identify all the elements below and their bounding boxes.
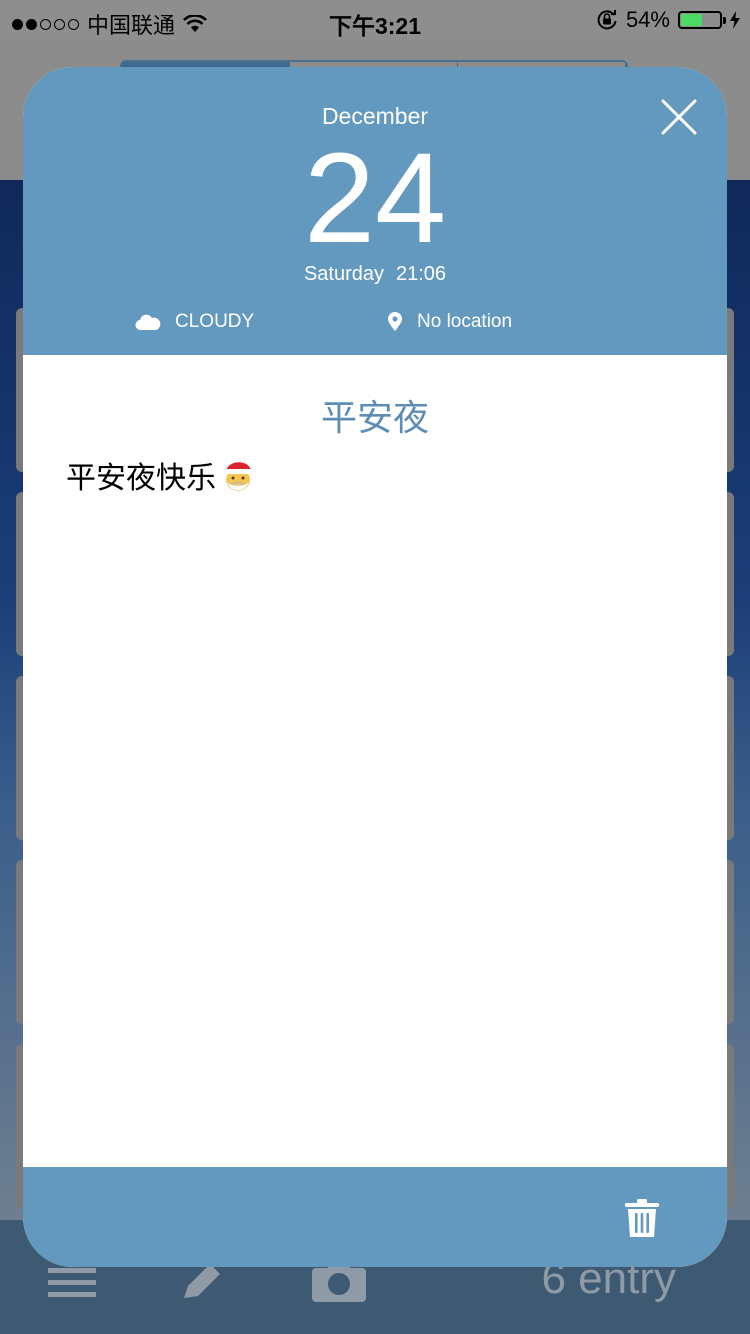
close-icon[interactable] [659,97,699,137]
rotation-lock-icon [597,10,617,30]
battery-icon [678,11,726,29]
edit-icon[interactable] [180,1262,230,1302]
menu-icon[interactable] [48,1268,96,1298]
cloud-icon [135,314,161,331]
charging-icon [730,11,740,29]
weather-info: CLOUDY [135,311,254,333]
entry-time: 21:06 [396,263,447,285]
entry-body-text: 平安夜快乐 [66,462,216,495]
battery-percent: 54% [625,7,670,32]
entry-detail-modal: December 24 Saturday 21:06 CLOUDY No loca… [23,67,727,1267]
location-label: No location [417,311,513,332]
entry-month: December [321,103,429,129]
entry-footer [23,1167,727,1267]
entry-body[interactable]: 平安夜 平安夜快乐 [23,355,727,1167]
trash-icon[interactable] [623,1197,661,1239]
entry-text: 平安夜快乐 [66,453,256,497]
entry-header: December 24 Saturday 21:06 CLOUDY No loca… [23,67,727,355]
camera-icon[interactable] [312,1262,366,1302]
entry-title: 平安夜 [320,397,429,438]
entry-weekday-time: Saturday 21:06 [23,263,727,286]
location-info: No location [387,311,512,333]
status-bar: 中国联通 下午3:21 54% [0,0,750,40]
entry-day: 24 [303,127,447,270]
status-bar-right: 54% [596,7,740,33]
santa-emoji-icon [224,461,256,491]
entry-weekday: Saturday [303,263,384,285]
battery-level-fill [681,14,702,26]
location-pin-icon [388,312,402,331]
weather-label: CLOUDY [175,311,255,332]
